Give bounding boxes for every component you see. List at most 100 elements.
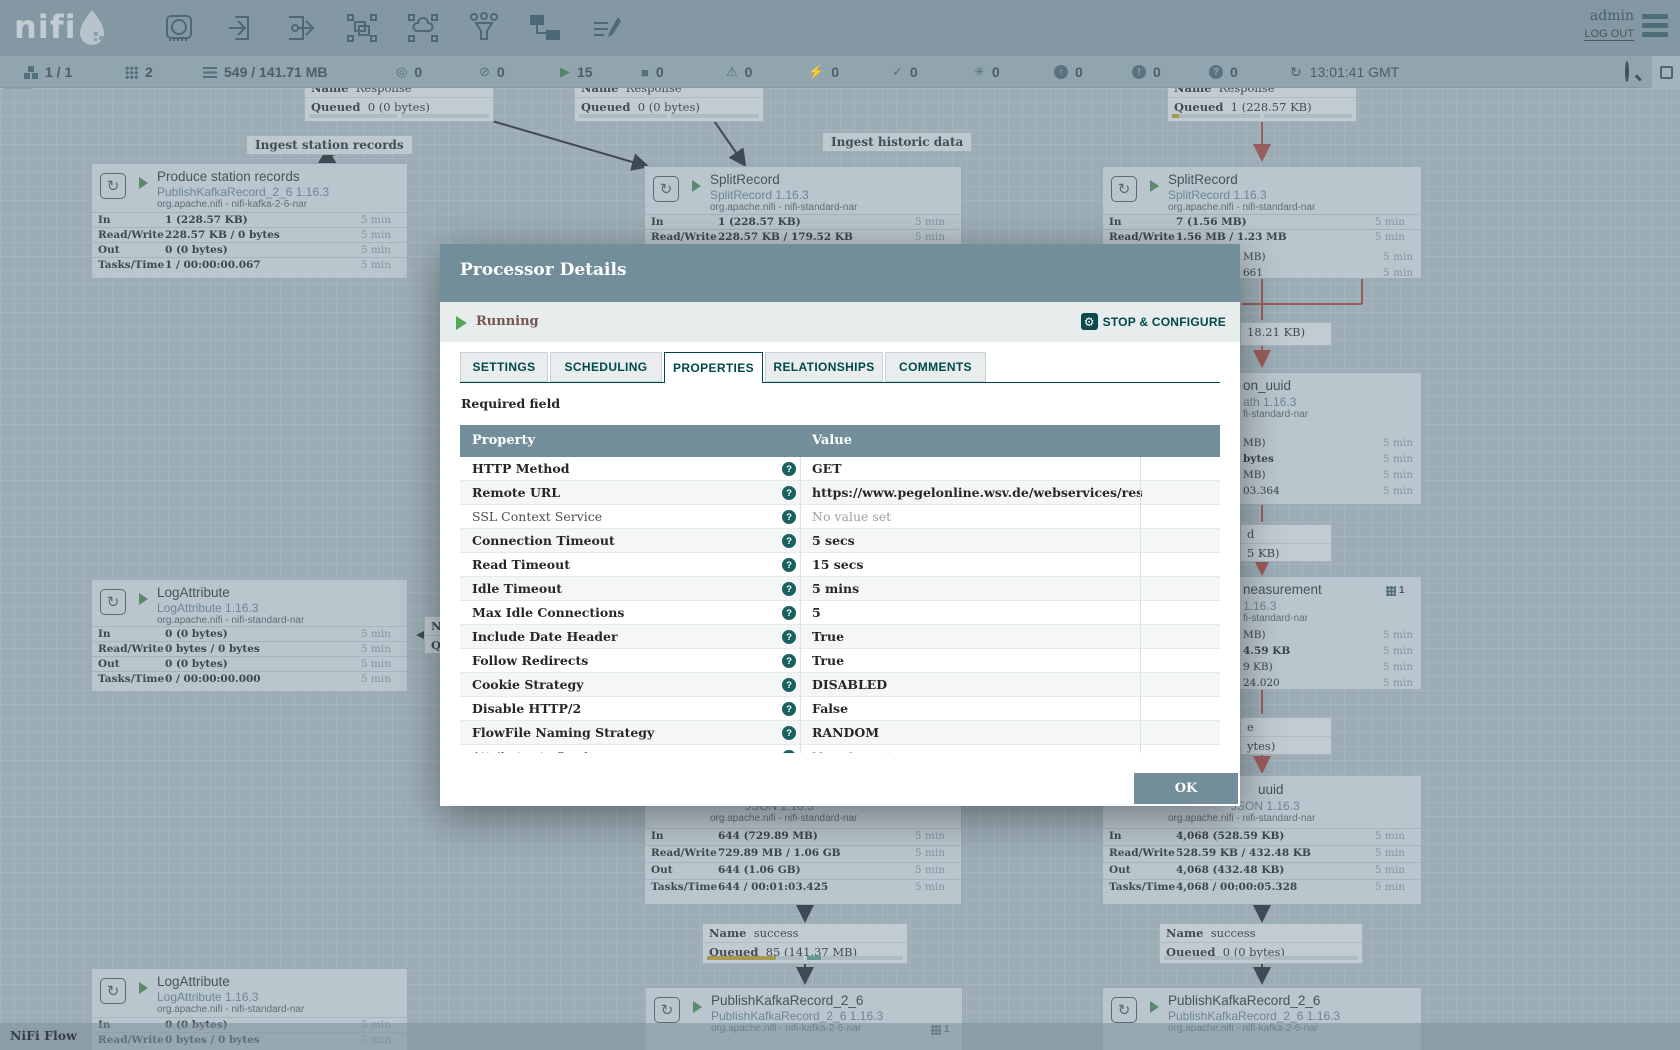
- dialog-title: Processor Details: [460, 260, 627, 280]
- processor-title-fragment: uuid: [1258, 782, 1284, 797]
- run-status-icon: [1150, 180, 1159, 192]
- connection-relationship-label: Ingest historic data: [822, 132, 972, 152]
- transmitting-stat: ◎0: [396, 56, 422, 88]
- run-status-icon: [139, 177, 148, 189]
- processor-bundle: org.apache.nifi - nifi-standard-nar: [157, 1004, 304, 1015]
- queue-label[interactable]: Name success Queued 0 (0 bytes): [1159, 923, 1363, 964]
- help-icon: ?: [782, 678, 796, 692]
- processor-bundle-fragment: fi-standard-nar: [1243, 409, 1308, 420]
- processor-type-icon: ↻: [100, 173, 126, 199]
- stat-fragment: 661: [1243, 267, 1263, 279]
- locally-modified-icon: ✳: [974, 64, 985, 80]
- queue-label-fragment: 18.21 KB): [1240, 322, 1332, 346]
- nifi-logo-text: nifi: [14, 8, 77, 46]
- label-icon[interactable]: [589, 11, 623, 45]
- processor-bundle: org.apache.nifi - nifi-kafka-2-6-nar: [157, 199, 307, 210]
- help-icon: ?: [782, 726, 796, 740]
- table-row[interactable]: Disable HTTP/2?False: [460, 697, 1220, 721]
- output-port-icon[interactable]: [284, 11, 318, 45]
- table-row[interactable]: Follow Redirects?True: [460, 649, 1220, 673]
- help-icon: ?: [782, 606, 796, 620]
- breadcrumb-bar: NiFi Flow: [0, 1023, 1680, 1050]
- tab-relationships[interactable]: RELATIONSHIPS: [765, 352, 883, 382]
- disabled-stat: ⚡0: [808, 56, 839, 88]
- breadcrumb[interactable]: NiFi Flow: [10, 1028, 77, 1043]
- help-icon: ?: [782, 654, 796, 668]
- modified-stale-icon: !: [1132, 65, 1146, 79]
- funnel-icon[interactable]: [467, 11, 501, 45]
- help-icon: ?: [782, 534, 796, 548]
- processor-title-fragment: on_uuid: [1243, 378, 1291, 393]
- table-row[interactable]: Remote URL?https://www.pegelonline.wsv.d…: [460, 481, 1220, 505]
- processor-bundle: org.apache.nifi - nifi-standard-nar: [157, 615, 304, 626]
- stat-window: 5 min: [1383, 251, 1413, 263]
- template-icon[interactable]: [528, 11, 562, 45]
- processor-bundle: org.apache.nifi - nifi-standard-nar: [710, 202, 857, 213]
- queue-label[interactable]: Name success Queued 85 (141.37 MB): [702, 923, 908, 964]
- up-to-date-icon: ✓: [892, 64, 903, 80]
- table-row[interactable]: Attributes to Send?No value set: [460, 745, 1220, 753]
- table-row[interactable]: Max Idle Connections?5: [460, 601, 1220, 625]
- tab-settings[interactable]: SETTINGS: [460, 352, 548, 382]
- required-field-note: Required field: [461, 396, 560, 411]
- global-menu-icon[interactable]: [1642, 14, 1668, 41]
- processor-logattribute-1[interactable]: ↻ LogAttribute LogAttribute 1.16.3 org.a…: [91, 579, 408, 692]
- stop-configure-button[interactable]: ⚙ STOP & CONFIGURE: [1081, 313, 1226, 330]
- dialog-tabs: SETTINGS SCHEDULING PROPERTIES RELATIONS…: [460, 352, 1220, 383]
- processor-type-icon: ↻: [653, 176, 679, 202]
- refresh-icon[interactable]: ↻: [1290, 64, 1302, 81]
- processor-type-icon: ↻: [1111, 176, 1137, 202]
- table-row[interactable]: Connection Timeout?5 secs: [460, 529, 1220, 553]
- tab-comments[interactable]: COMMENTS: [885, 352, 986, 382]
- run-status-icon: [1150, 1001, 1159, 1013]
- birdseye-toggle-button[interactable]: [1652, 56, 1680, 88]
- processor-type: PublishKafkaRecord_2_6 1.16.3: [1168, 1009, 1340, 1023]
- running-status-icon: [456, 316, 467, 330]
- processor-produce-station-records[interactable]: ↻ Produce station records PublishKafkaRe…: [91, 163, 408, 279]
- table-row[interactable]: Read Timeout?15 secs: [460, 553, 1220, 577]
- input-port-icon[interactable]: [223, 11, 257, 45]
- table-row[interactable]: SSL Context Service?No value set: [460, 505, 1220, 529]
- help-icon: ?: [782, 462, 796, 476]
- stat-fragment: MB): [1243, 251, 1266, 263]
- grid-badge-icon: [1386, 586, 1396, 596]
- queued-list-icon: [203, 67, 217, 78]
- tab-scheduling[interactable]: SCHEDULING: [550, 352, 662, 382]
- dialog-status-bar: Running ⚙ STOP & CONFIGURE: [440, 302, 1240, 342]
- processor-type-icon: ↻: [654, 997, 680, 1023]
- tab-properties[interactable]: PROPERTIES: [664, 352, 763, 383]
- last-refresh-stat: ↻13:01:41 GMT: [1290, 56, 1399, 88]
- search-button[interactable]: [1625, 63, 1643, 81]
- running-icon: ▶: [560, 64, 570, 80]
- locally-modified-stat: ✳0: [974, 56, 1000, 88]
- properties-table-header: Property Value: [460, 425, 1220, 457]
- table-row[interactable]: Include Date Header?True: [460, 625, 1220, 649]
- processor-icon[interactable]: [162, 11, 196, 45]
- processor-title: PublishKafkaRecord_2_6: [1168, 993, 1320, 1008]
- stat-window: 5 min: [1383, 267, 1413, 279]
- table-row[interactable]: Cookie Strategy?DISABLED: [460, 673, 1220, 697]
- stopped-stat: ■0: [641, 56, 664, 88]
- processor-title-fragment: neasurement: [1243, 582, 1322, 597]
- processor-title: LogAttribute: [157, 974, 230, 989]
- run-status-icon: [692, 180, 701, 192]
- dialog-header: Processor Details: [440, 244, 1240, 302]
- queued-stat: 549 / 141.71 MB: [203, 56, 328, 88]
- ok-button[interactable]: OK: [1134, 773, 1238, 804]
- properties-table: Property Value HTTP Method?GET Remote UR…: [460, 425, 1220, 753]
- sync-failure-icon: ?: [1209, 65, 1223, 79]
- process-group-icon[interactable]: [345, 11, 379, 45]
- table-row[interactable]: HTTP Method?GET: [460, 457, 1220, 481]
- help-icon: ?: [782, 510, 796, 524]
- processor-title: SplitRecord: [1168, 172, 1238, 187]
- processor-details-dialog: Processor Details Running ⚙ STOP & CONFI…: [440, 244, 1240, 806]
- logout-link[interactable]: LOG OUT: [1584, 28, 1634, 41]
- queue-label-fragment: e ytes): [1240, 717, 1332, 755]
- table-row[interactable]: FlowFile Naming Strategy?RANDOM: [460, 721, 1220, 745]
- remote-process-group-icon[interactable]: [406, 11, 440, 45]
- table-row[interactable]: Idle Timeout?5 mins: [460, 577, 1220, 601]
- processor-type: PublishKafkaRecord_2_6 1.16.3: [157, 185, 329, 199]
- processor-bundle-fragment: fi-standard-nar: [1243, 613, 1308, 624]
- processor-bundle: org.apache.nifi - nifi-standard-nar: [710, 813, 857, 824]
- not-transmitting-icon: ⊘: [479, 64, 490, 80]
